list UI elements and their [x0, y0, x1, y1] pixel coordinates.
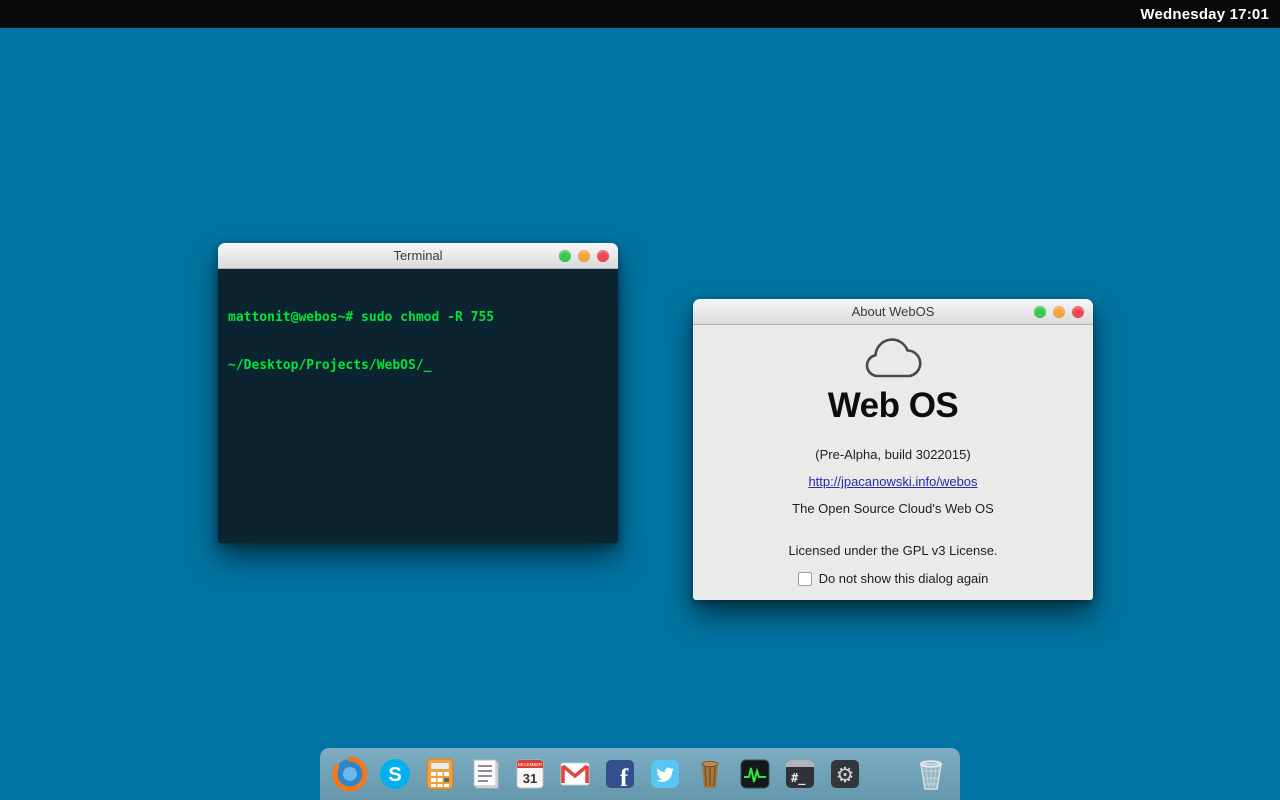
- license-text: Licensed under the GPL v3 License.: [788, 543, 998, 558]
- terminal-dock-icon[interactable]: #_: [782, 756, 818, 792]
- bin-icon[interactable]: [692, 756, 728, 792]
- calendar-icon[interactable]: DECEMBER 31: [512, 756, 548, 792]
- activity-monitor-icon[interactable]: [737, 756, 773, 792]
- svg-text:#_: #_: [791, 771, 806, 786]
- website-link[interactable]: http://jpacanowski.info/webos: [808, 474, 977, 489]
- svg-text:f: f: [620, 765, 629, 792]
- build-info: (Pre-Alpha, build 3022015): [815, 447, 971, 462]
- terminal-window: Terminal mattonit@webos~# sudo chmod -R …: [218, 243, 618, 543]
- terminal-output[interactable]: mattonit@webos~# sudo chmod -R 755 ~/Des…: [218, 269, 618, 543]
- close-button[interactable]: [1072, 305, 1084, 318]
- clock: Wednesday 17:01: [1140, 5, 1269, 23]
- cloud-icon: [693, 337, 1093, 381]
- facebook-icon[interactable]: f: [602, 756, 638, 792]
- about-webos-dialog: About WebOS Web OS (Pre-Alpha, build 302…: [693, 299, 1093, 600]
- svg-text:DECEMBER: DECEMBER: [518, 762, 542, 767]
- terminal-title: Terminal: [393, 248, 443, 263]
- terminal-line: ~/Desktop/Projects/WebOS/_: [228, 358, 432, 373]
- settings-icon[interactable]: ⚙: [827, 756, 863, 792]
- terminal-line: mattonit@webos~# sudo chmod -R 755: [228, 310, 495, 325]
- window-controls: [559, 243, 609, 268]
- maximize-button[interactable]: [559, 249, 571, 262]
- about-title: About WebOS: [851, 304, 935, 319]
- svg-text:31: 31: [523, 771, 537, 786]
- dont-show-row: Do not show this dialog again: [693, 571, 1093, 586]
- dock: S DECEMBER 31 f #_ ⚙: [320, 748, 960, 800]
- maximize-button[interactable]: [1034, 305, 1046, 318]
- app-name: Web OS: [827, 386, 959, 425]
- firefox-icon[interactable]: [332, 756, 368, 792]
- dont-show-label: Do not show this dialog again: [818, 571, 989, 586]
- about-titlebar[interactable]: About WebOS: [693, 299, 1093, 325]
- window-controls: [1034, 299, 1084, 324]
- dont-show-checkbox[interactable]: [797, 571, 812, 586]
- svg-text:⚙: ⚙: [836, 763, 855, 787]
- gmail-icon[interactable]: [557, 756, 593, 792]
- twitter-icon[interactable]: [647, 756, 683, 792]
- terminal-titlebar[interactable]: Terminal: [218, 243, 618, 269]
- svg-text:S: S: [388, 764, 401, 786]
- minimize-button[interactable]: [1053, 305, 1065, 318]
- close-button[interactable]: [597, 249, 609, 262]
- minimize-button[interactable]: [578, 249, 590, 262]
- skype-icon[interactable]: S: [377, 756, 413, 792]
- tagline: The Open Source Cloud's Web OS: [792, 501, 994, 516]
- about-content: Web OS (Pre-Alpha, build 3022015) http:/…: [693, 325, 1093, 600]
- trash-icon[interactable]: [912, 756, 948, 792]
- notes-icon[interactable]: [467, 756, 503, 792]
- menubar: Wednesday 17:01: [0, 0, 1280, 28]
- calculator-icon[interactable]: [422, 756, 458, 792]
